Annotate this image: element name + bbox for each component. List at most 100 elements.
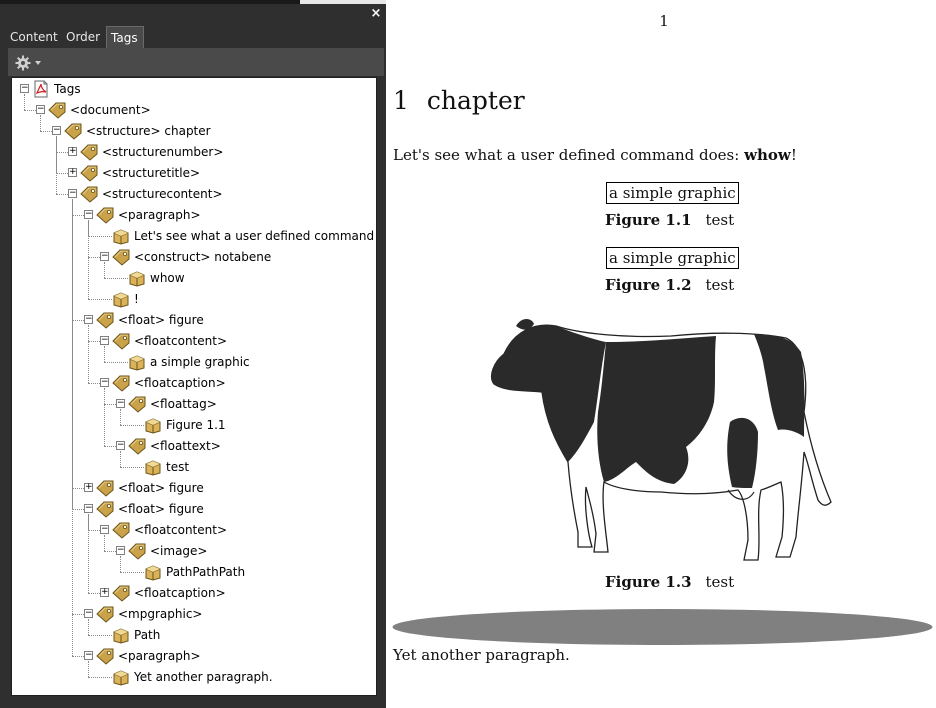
tree-connector — [88, 341, 100, 342]
chapter-title: chapter — [426, 86, 525, 115]
tree-node-label: whow — [150, 271, 185, 285]
tree-connector — [120, 409, 121, 425]
tree-connector — [24, 110, 36, 111]
collapse-toggle[interactable]: − — [84, 609, 93, 618]
figure-1-tag: Figure 1.1 — [605, 211, 692, 229]
tags-panel: × Content Order Tags − Tags − <document> − <s… — [0, 0, 386, 708]
tab-tags[interactable]: Tags — [106, 26, 144, 48]
tag-icon — [48, 101, 66, 119]
tree-node-label: <float> figure — [118, 313, 204, 327]
tree-node-label: <floatcaption> — [134, 376, 226, 390]
paragraph-1: Let's see what a user defined command do… — [393, 146, 797, 164]
figure-3-caption: Figure 1.3 test — [605, 573, 734, 591]
tag-icon — [96, 605, 114, 623]
collapse-toggle[interactable]: − — [68, 189, 77, 198]
tag-icon — [96, 206, 114, 224]
collapse-toggle[interactable]: − — [84, 504, 93, 513]
tree-node-label: Figure 1.1 — [166, 418, 226, 432]
tag-icon — [64, 122, 82, 140]
tree-node-label: ! — [134, 292, 139, 306]
tree-connector — [104, 535, 105, 551]
content-box-icon — [128, 269, 146, 287]
tree-node-label: <structure> chapter — [86, 124, 211, 138]
collapse-toggle[interactable]: − — [84, 315, 93, 324]
figure-2-caption: Figure 1.2 test — [605, 276, 734, 294]
expand-toggle[interactable]: + — [100, 588, 109, 597]
panel-toolbar — [8, 48, 384, 76]
close-panel-button[interactable]: × — [368, 6, 384, 22]
collapse-toggle[interactable]: − — [100, 378, 109, 387]
shadow-ellipse — [392, 609, 933, 645]
tag-icon — [96, 647, 114, 665]
collapse-toggle[interactable]: − — [116, 441, 125, 450]
tree-node-label: <mpgraphic> — [118, 607, 203, 621]
tree-node-label: <floatcontent> — [134, 334, 228, 348]
cow-image — [490, 319, 832, 561]
tree-connector — [88, 257, 100, 258]
content-box-icon — [128, 353, 146, 371]
tab-content[interactable]: Content — [6, 26, 62, 48]
tree-connector — [104, 551, 116, 552]
tree-node-label: PathPathPath — [166, 565, 246, 579]
options-menu-button[interactable] — [14, 55, 44, 71]
tree-node-label: <float> figure — [118, 502, 204, 516]
tree-node-label: <floatcaption> — [134, 586, 226, 600]
expand-toggle[interactable]: + — [68, 168, 77, 177]
tag-icon — [112, 332, 130, 350]
content-box-icon — [112, 290, 130, 308]
tree-node-label: Path — [134, 628, 161, 642]
tag-icon — [128, 395, 146, 413]
tree-node-label: <structuretitle> — [102, 166, 201, 180]
figure-2-text: test — [705, 276, 735, 294]
tree-node-label: Tags — [54, 82, 81, 96]
collapse-toggle[interactable]: − — [20, 84, 29, 93]
tree-node-label: <paragraph> — [118, 649, 201, 663]
tree-node-label: test — [166, 460, 190, 474]
tree-node-label: Yet another paragraph. — [134, 670, 273, 684]
tree-connector — [104, 278, 128, 279]
figure-1-graphic: a simple graphic — [606, 182, 739, 204]
tree-node-label: <structurenumber> — [102, 145, 224, 159]
tree-connector — [56, 152, 68, 153]
collapse-toggle[interactable]: − — [84, 210, 93, 219]
tree-node-label: <image> — [150, 544, 208, 558]
chapter-number: 1 — [393, 86, 409, 115]
figure-1-text: test — [705, 211, 735, 229]
tree-connector — [72, 199, 73, 656]
tree-connector — [104, 404, 116, 405]
tree-connector — [40, 131, 52, 132]
tab-order[interactable]: Order — [62, 26, 104, 48]
figure-2-tag: Figure 1.2 — [605, 276, 692, 294]
tree-connector — [88, 661, 89, 677]
collapse-toggle[interactable]: − — [116, 546, 125, 555]
tag-icon — [96, 500, 114, 518]
pdf-icon — [32, 80, 50, 98]
expand-toggle[interactable]: + — [68, 147, 77, 156]
tree-connector — [88, 514, 89, 593]
content-box-icon — [144, 416, 162, 434]
tree-node-label: <document> — [70, 103, 151, 117]
collapse-toggle[interactable]: − — [36, 105, 45, 114]
tree-connector — [88, 530, 100, 531]
tag-icon — [96, 311, 114, 329]
collapse-toggle[interactable]: − — [100, 525, 109, 534]
figure-2-graphic: a simple graphic — [606, 247, 739, 269]
tree-connector — [72, 320, 84, 321]
content-box-icon — [112, 668, 130, 686]
tag-tree[interactable]: − Tags − <document> − <structure> chapter + <st… — [11, 77, 377, 696]
collapse-toggle[interactable]: − — [100, 252, 109, 261]
tag-icon — [112, 374, 130, 392]
paragraph-1-end: ! — [790, 146, 797, 164]
tree-connector — [104, 262, 105, 278]
gear-icon — [15, 55, 41, 71]
collapse-toggle[interactable]: − — [84, 651, 93, 660]
tree-connector — [88, 383, 100, 384]
tree-connector — [88, 619, 89, 635]
expand-toggle[interactable]: + — [84, 483, 93, 492]
collapse-toggle[interactable]: − — [52, 126, 61, 135]
collapse-toggle[interactable]: − — [100, 336, 109, 345]
tag-icon — [128, 437, 146, 455]
collapse-toggle[interactable]: − — [116, 399, 125, 408]
paragraph-2: Yet another paragraph. — [393, 646, 570, 664]
tree-connector — [88, 220, 89, 299]
